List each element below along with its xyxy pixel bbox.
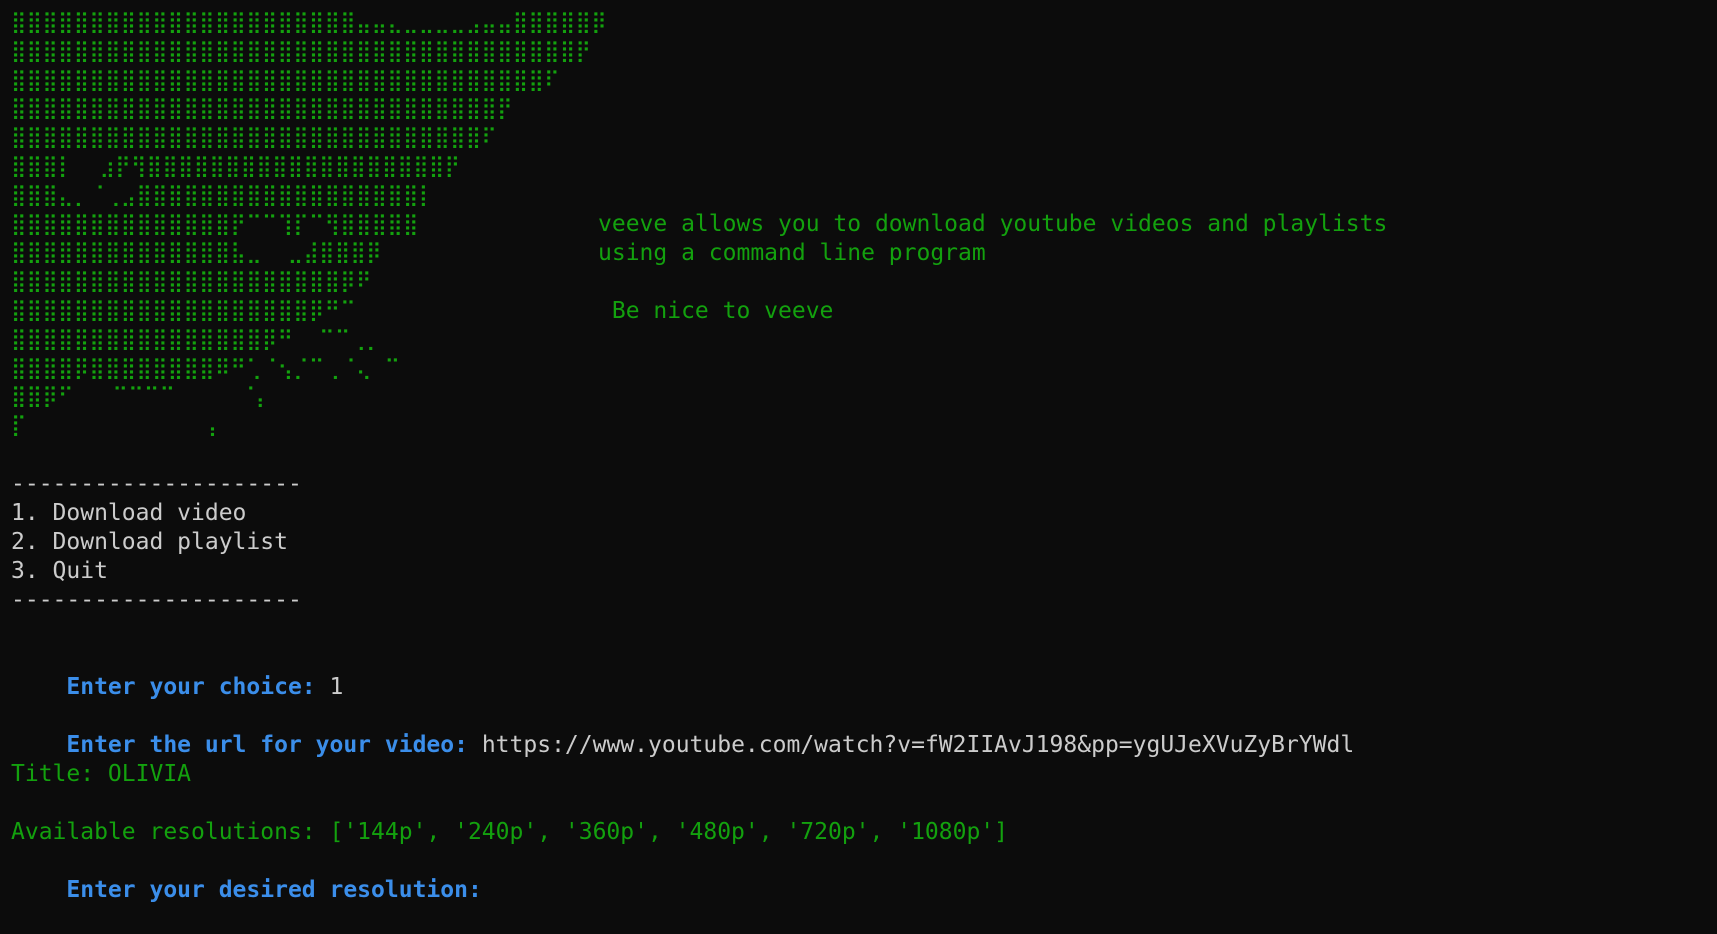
tagline-line-3: Be nice to veeve	[598, 298, 834, 324]
resolution-prompt-label: Enter your desired resolution:	[66, 877, 482, 903]
logo-ascii-art: ⣿⣿⣿⣿⣿⣿⣿⣿⣿⣿⣿⣿⣿⣿⣿⣿⣿⣿⣿⣿⣿⣿⣤⣤⣄⣀⣀⣀⣀⣠⣤⣤⣿⣿⣿⣿⣿⡿ ⣿…	[11, 10, 607, 438]
menu-option-quit: 3. Quit	[11, 558, 108, 584]
resolution-prompt-line[interactable]: Enter your desired resolution:	[11, 847, 481, 903]
url-prompt-label: Enter the url for your video:	[66, 732, 468, 758]
menu-option-download-playlist: 2. Download playlist	[11, 529, 288, 555]
tagline-line-1: veeve allows you to download youtube vid…	[598, 211, 1388, 237]
choice-prompt-label: Enter your choice:	[66, 674, 316, 700]
choice-input-value: 1	[329, 674, 344, 700]
video-title-line: Title: OLIVIA	[11, 761, 192, 787]
available-resolutions-line: Available resolutions: ['144p', '240p', …	[11, 819, 1008, 845]
menu-separator-top: ---------------------	[11, 471, 302, 497]
menu-option-download-video: 1. Download video	[11, 500, 247, 526]
terminal-window: ⣿⣿⣿⣿⣿⣿⣿⣿⣿⣿⣿⣿⣿⣿⣿⣿⣿⣿⣿⣿⣿⣿⣤⣤⣄⣀⣀⣀⣀⣠⣤⣤⣿⣿⣿⣿⣿⡿ ⣿…	[0, 0, 1717, 903]
url-input-value: https://www.youtube.com/watch?v=fW2IIAvJ…	[481, 732, 1355, 758]
url-prompt-line: Enter the url for your video: https://ww…	[11, 702, 1354, 758]
menu-separator-bottom: ---------------------	[11, 587, 302, 613]
tagline-line-2: using a command line program	[598, 240, 986, 266]
choice-prompt-line: Enter your choice: 1	[11, 644, 343, 700]
